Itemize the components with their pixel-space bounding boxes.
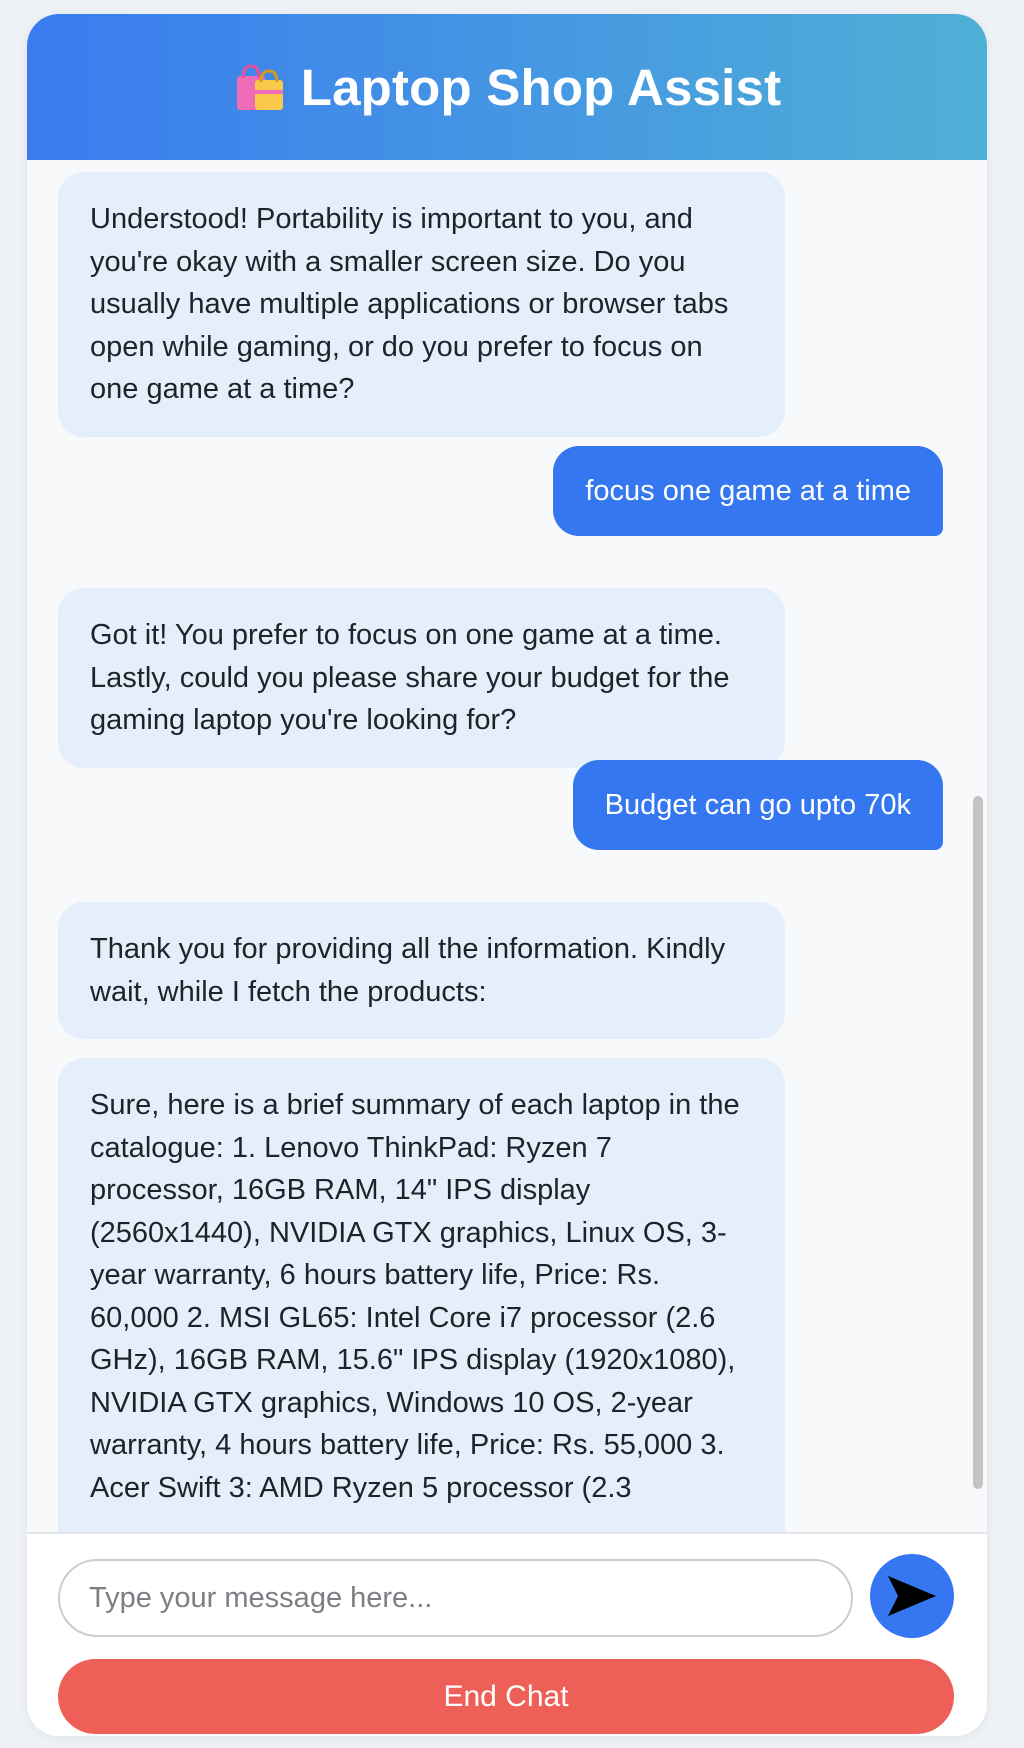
message-list[interactable]: Understood! Portability is important to … (27, 160, 987, 1532)
end-chat-button[interactable]: End Chat (58, 1659, 954, 1734)
assistant-message: Understood! Portability is important to … (58, 172, 785, 437)
send-arrow-icon (886, 1574, 938, 1618)
assistant-message: Got it! You prefer to focus on one game … (58, 588, 785, 768)
user-message: focus one game at a time (553, 446, 943, 536)
user-message: Budget can go upto 70k (572, 760, 943, 850)
page-title: Laptop Shop Assist (300, 58, 782, 116)
chat-header: Laptop Shop Assist (27, 14, 987, 160)
assistant-message: Thank you for providing all the informat… (58, 902, 785, 1039)
send-button[interactable] (870, 1554, 954, 1638)
message-scrollbar[interactable] (973, 796, 983, 1489)
shopping-bags-icon (233, 60, 287, 114)
message-input[interactable] (58, 1559, 853, 1637)
chat-composer: End Chat (27, 1532, 987, 1736)
assistant-message: Sure, here is a brief summary of each la… (58, 1058, 785, 1532)
chat-window: Laptop Shop Assist Understood! Portabili… (27, 14, 987, 1736)
